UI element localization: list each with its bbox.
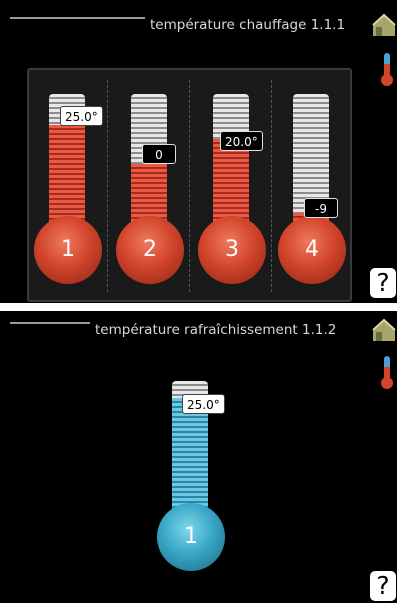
thermometer-bulb: 4 (278, 216, 346, 284)
thermometer-icon (381, 356, 393, 389)
thermometer-tube (213, 94, 249, 234)
thermometer-zone-1[interactable]: 1 25.0° (33, 94, 103, 284)
thermometer-bulb: 3 (198, 216, 266, 284)
thermometer-zone-3[interactable]: 3 20.0° (197, 94, 267, 284)
thermometer-bulb: 1 (157, 503, 225, 571)
column-divider (271, 80, 272, 292)
title-divider-line (10, 17, 145, 19)
cooling-temperature-panel: température rafraîchissement 1.1.2 1 25.… (0, 311, 397, 603)
help-icon[interactable]: ? (370, 571, 396, 601)
thermometer-zone-2[interactable]: 2 0 (115, 94, 185, 284)
thermometer-zone-1[interactable]: 1 25.0° (155, 381, 230, 581)
setpoint-tag: 25.0° (60, 106, 103, 126)
setpoint-tag: 20.0° (220, 131, 263, 151)
column-divider (189, 80, 190, 292)
column-divider (107, 80, 108, 292)
thermometer-fill (172, 397, 208, 519)
home-icon[interactable] (371, 317, 397, 343)
help-icon[interactable]: ? (370, 268, 396, 298)
panel-title: température chauffage 1.1.1 (150, 17, 346, 33)
heating-temperature-panel: température chauffage 1.1.1 1 25.0° 2 0 (0, 0, 397, 303)
thermometer-bulb: 2 (116, 216, 184, 284)
thermometer-zone-4[interactable]: 4 -9 (277, 94, 347, 284)
thermometer-bulb: 1 (34, 216, 102, 284)
thermometer-icon (381, 53, 393, 86)
title-divider-line (10, 322, 90, 324)
home-icon[interactable] (371, 12, 397, 38)
setpoint-tag: 25.0° (182, 394, 225, 414)
panel-title: température rafraîchissement 1.1.2 (95, 322, 337, 338)
setpoint-tag: 0 (142, 144, 176, 164)
setpoint-tag: -9 (304, 198, 338, 218)
